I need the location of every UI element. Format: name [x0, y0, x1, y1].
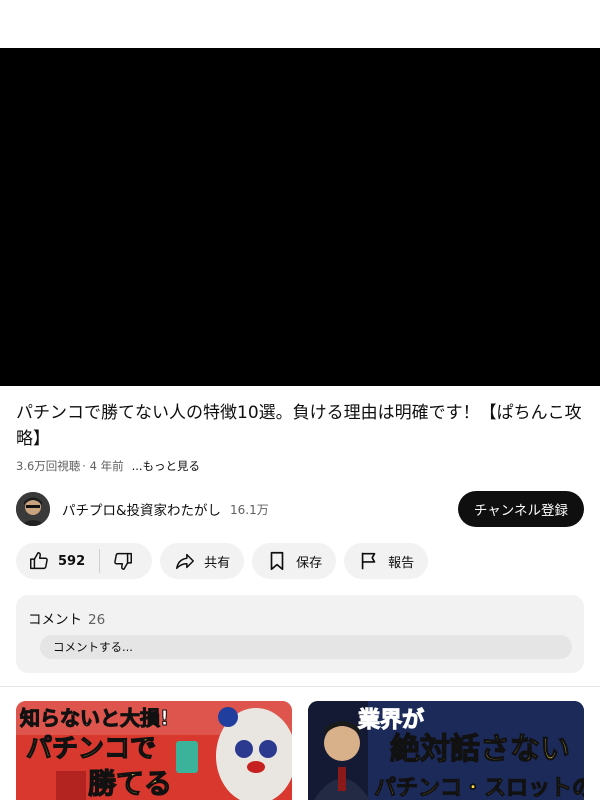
- thumbnail-image: 業界が 絶対話さない パチンコ・スロットの: [308, 701, 584, 800]
- subscriber-count: 16.1万: [230, 502, 269, 517]
- thumbnail-text: 業界が: [358, 707, 424, 733]
- action-bar: 592 共有 保存 報告: [16, 543, 429, 579]
- like-count: 592: [58, 553, 86, 569]
- comments-count: 26: [88, 612, 106, 628]
- svg-text:パチンコ・スロットの: パチンコ・スロットの: [374, 776, 584, 800]
- report-button[interactable]: 報告: [344, 543, 429, 579]
- share-button[interactable]: 共有: [160, 543, 245, 579]
- video-player[interactable]: [0, 48, 600, 386]
- channel-avatar[interactable]: [16, 492, 50, 526]
- save-label: 保存: [296, 555, 323, 571]
- like-dislike-pill: 592: [16, 543, 153, 579]
- recommended-video-thumbnail[interactable]: 知らないと大損! パチンコで 勝てる: [16, 701, 292, 800]
- channel-name[interactable]: パチプロ&投資家わたがし: [62, 499, 221, 519]
- comments-title: コメント: [28, 612, 82, 628]
- thumbnail-text: 知らないと大損!: [20, 706, 169, 730]
- upload-age: · 4 年前: [82, 459, 124, 473]
- share-label: 共有: [204, 555, 231, 571]
- svg-text:勝てる: 勝てる: [88, 767, 172, 800]
- svg-text:絶対話さない: 絶対話さない: [390, 732, 570, 767]
- save-button[interactable]: 保存: [252, 543, 337, 579]
- like-button[interactable]: 592: [16, 543, 99, 579]
- comments-section[interactable]: コメント 26 コメントする...: [16, 595, 584, 673]
- comments-header: コメント 26: [28, 608, 105, 628]
- view-count: 3.6万回視聴: [16, 459, 81, 473]
- comment-input[interactable]: コメントする...: [40, 635, 572, 659]
- thumbs-up-icon: [30, 552, 48, 570]
- channel-row: パチプロ&投資家わたがし 16.1万 チャンネル登録: [16, 491, 584, 527]
- thumbs-down-icon: [114, 552, 133, 570]
- report-label: 報告: [388, 555, 415, 571]
- section-divider: [0, 686, 600, 687]
- flag-icon: [361, 552, 376, 570]
- show-more-link[interactable]: ...もっと見る: [132, 458, 200, 474]
- subscribe-button[interactable]: チャンネル登録: [457, 491, 584, 527]
- video-meta[interactable]: 3.6万回視聴 · 4 年前 ...もっと見る: [16, 458, 200, 474]
- video-title[interactable]: パチンコで勝てない人の特徴10選。負ける理由は明確です！【ぱちんこ攻略】: [16, 400, 586, 452]
- recommended-video-thumbnail[interactable]: 業界が 絶対話さない パチンコ・スロットの: [308, 701, 584, 800]
- thumbnail-image: 知らないと大損! パチンコで 勝てる: [16, 701, 292, 800]
- dislike-button[interactable]: [100, 543, 152, 579]
- bookmark-icon: [270, 551, 284, 571]
- top-bar: [0, 0, 600, 48]
- svg-text:パチンコで: パチンコで: [26, 734, 156, 764]
- share-icon: [176, 553, 195, 570]
